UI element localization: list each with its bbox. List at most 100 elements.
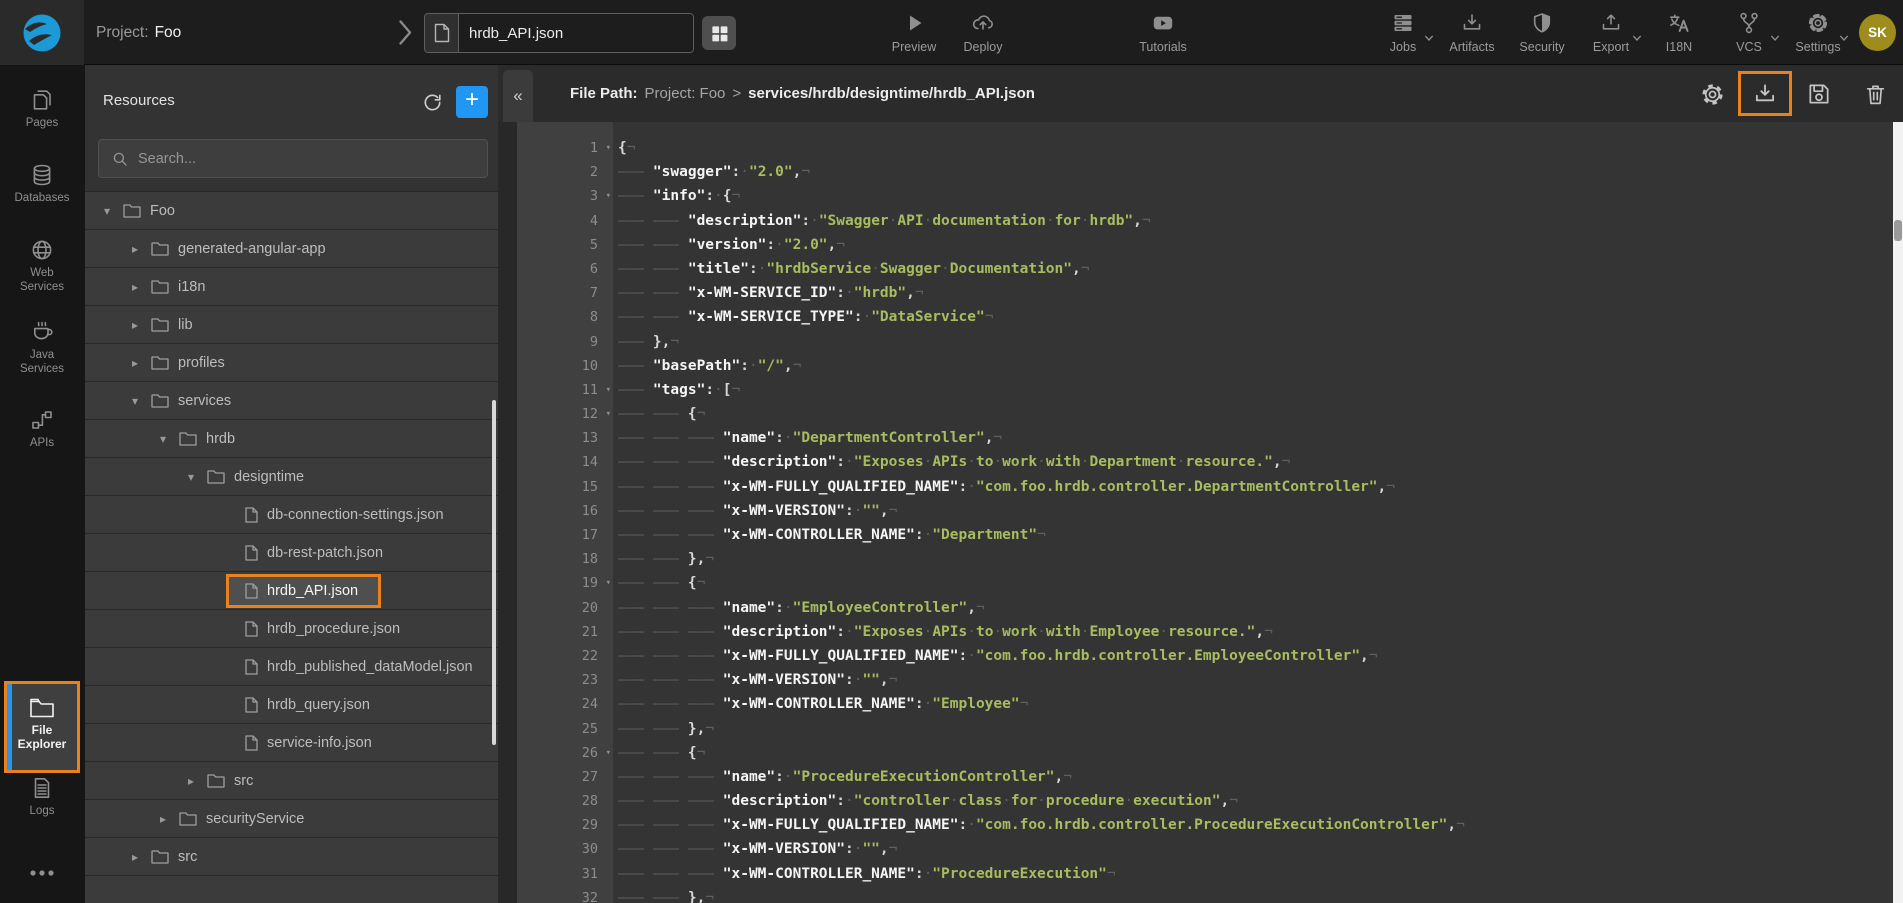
code-line[interactable]: 29——— ——— ——— "x-WM-FULLY_QUALIFIED_NAME… — [498, 813, 1893, 837]
search-icon — [111, 150, 129, 168]
sidebar-item-web-services[interactable]: Web Services — [0, 238, 84, 294]
panel-title: Resources — [103, 92, 175, 109]
code-line[interactable]: 17——— ——— ——— "x-WM-CONTROLLER_NAME":·"D… — [498, 523, 1893, 547]
code-editor[interactable]: 1▾{¬2——— "swagger":·"2.0",¬3▾——— "info":… — [498, 122, 1903, 903]
caret-right-icon[interactable]: ▸ — [156, 812, 170, 826]
search-input[interactable] — [138, 151, 458, 167]
tree-item-hrdb-procedure-json[interactable]: hrdb_procedure.json — [85, 610, 498, 648]
sidebar-item-databases[interactable]: Databases — [0, 163, 84, 205]
caret-down-icon[interactable]: ▾ — [100, 204, 114, 218]
code-line[interactable]: 16——— ——— ——— "x-WM-VERSION":·"",¬ — [498, 499, 1893, 523]
fold-caret-icon[interactable]: ▾ — [606, 184, 611, 208]
open-file-tab[interactable]: hrdb_API.json — [424, 13, 694, 53]
code-line[interactable]: 12▾——— ——— {¬ — [498, 402, 1893, 426]
fold-caret-icon[interactable]: ▾ — [606, 378, 611, 402]
tree-item-lib[interactable]: ▸lib — [85, 306, 498, 344]
editor-scrollbar-thumb[interactable] — [1894, 220, 1902, 241]
code-line[interactable]: 27——— ——— ——— "name":·"ProcedureExecutio… — [498, 765, 1893, 789]
delete-button[interactable] — [1860, 79, 1890, 109]
fold-caret-icon[interactable]: ▾ — [606, 571, 611, 595]
nav-item-deploy[interactable]: Deploy — [941, 9, 1025, 54]
refresh-button[interactable] — [419, 89, 445, 115]
tree-item-securityservice[interactable]: ▸securityService — [85, 800, 498, 838]
code-line[interactable]: 30——— ——— ——— "x-WM-VERSION":·"",¬ — [498, 837, 1893, 861]
sidebar-item-apis[interactable]: APIs — [0, 408, 84, 450]
sidebar-item-logs[interactable]: Logs — [0, 776, 84, 818]
caret-down-icon[interactable]: ▾ — [184, 470, 198, 484]
sidebar-item-file-explorer[interactable]: File Explorer — [4, 681, 80, 773]
caret-right-icon[interactable]: ▸ — [128, 242, 142, 256]
code-line[interactable]: 11▾——— "tags":·[¬ — [498, 378, 1893, 402]
tree-item-profiles[interactable]: ▸profiles — [85, 344, 498, 382]
code-line[interactable]: 2——— "swagger":·"2.0",¬ — [498, 160, 1893, 184]
code-line[interactable]: 8——— ——— "x-WM-SERVICE_TYPE":·"DataServi… — [498, 305, 1893, 329]
code-line[interactable]: 25——— ——— },¬ — [498, 717, 1893, 741]
collapse-panel-button[interactable]: « — [503, 70, 533, 122]
code-line[interactable]: 14——— ——— ——— "description":·"Exposes·AP… — [498, 450, 1893, 474]
code-line[interactable]: 26▾——— ——— {¬ — [498, 741, 1893, 765]
code-line[interactable]: 18——— ——— },¬ — [498, 547, 1893, 571]
nav-item-settings[interactable]: Settings — [1776, 9, 1860, 54]
editor-scrollbar-track[interactable] — [1893, 122, 1903, 903]
caret-down-icon[interactable]: ▾ — [156, 432, 170, 446]
user-avatar[interactable]: SK — [1859, 14, 1896, 51]
code-content[interactable]: 1▾{¬2——— "swagger":·"2.0",¬3▾——— "info":… — [498, 136, 1893, 903]
fold-caret-icon[interactable]: ▾ — [606, 402, 611, 426]
download-button-highlight[interactable] — [1738, 71, 1792, 116]
tree-item-hrdb-published-datamodel-json[interactable]: hrdb_published_dataModel.json — [85, 648, 498, 686]
code-line[interactable]: 21——— ——— ——— "description":·"Exposes·AP… — [498, 620, 1893, 644]
sidebar-item-more[interactable] — [0, 868, 84, 882]
code-line[interactable]: 4——— ——— "description":·"Swagger·API·doc… — [498, 209, 1893, 233]
tree-item-db-connection-settings-json[interactable]: db-connection-settings.json — [85, 496, 498, 534]
code-line[interactable]: 32——— ——— },¬ — [498, 886, 1893, 903]
fold-caret-icon[interactable]: ▾ — [606, 136, 611, 160]
code-line[interactable]: 24——— ——— ——— "x-WM-CONTROLLER_NAME":·"E… — [498, 692, 1893, 716]
code-line[interactable]: 7——— ——— "x-WM-SERVICE_ID":·"hrdb",¬ — [498, 281, 1893, 305]
code-line[interactable]: 6——— ——— "title":·"hrdbService·Swagger·D… — [498, 257, 1893, 281]
tree-item-hrdb-api-json[interactable]: hrdb_API.json — [85, 572, 498, 610]
code-line[interactable]: 5——— ——— "version":·"2.0",¬ — [498, 233, 1893, 257]
tree-scrollbar[interactable] — [492, 400, 496, 745]
file-switcher-grid-icon[interactable] — [702, 16, 736, 50]
code-line[interactable]: 10——— "basePath":·"/",¬ — [498, 354, 1893, 378]
add-resource-button[interactable]: + — [456, 86, 488, 118]
code-line[interactable]: 9——— },¬ — [498, 330, 1893, 354]
sidebar-item-pages[interactable]: Pages — [0, 88, 84, 130]
line-number: 25 — [498, 717, 613, 741]
tree-item-generated-angular-app[interactable]: ▸generated-angular-app — [85, 230, 498, 268]
code-line[interactable]: 31——— ——— ——— "x-WM-CONTROLLER_NAME":·"P… — [498, 862, 1893, 886]
sidebar-item-java-services[interactable]: Java Services — [0, 320, 84, 376]
tree-item-hrdb[interactable]: ▾hrdb — [85, 420, 498, 458]
tree-item-designtime[interactable]: ▾designtime — [85, 458, 498, 496]
tree-item-db-rest-patch-json[interactable]: db-rest-patch.json — [85, 534, 498, 572]
code-line[interactable]: 28——— ——— ——— "description":·"controller… — [498, 789, 1893, 813]
tree-item-src[interactable]: ▸src — [85, 762, 498, 800]
caret-right-icon[interactable]: ▸ — [128, 280, 142, 294]
code-line[interactable]: 3▾——— "info":·{¬ — [498, 184, 1893, 208]
code-line[interactable]: 19▾——— ——— {¬ — [498, 571, 1893, 595]
editor-settings-button[interactable] — [1697, 79, 1727, 109]
code-line[interactable]: 1▾{¬ — [498, 136, 1893, 160]
caret-right-icon[interactable]: ▸ — [184, 774, 198, 788]
caret-down-icon[interactable]: ▾ — [128, 394, 142, 408]
caret-right-icon[interactable]: ▸ — [128, 356, 142, 370]
tree-item-foo[interactable]: ▾Foo — [85, 192, 498, 230]
tree-item-services[interactable]: ▾services — [85, 382, 498, 420]
tree-item-hrdb-query-json[interactable]: hrdb_query.json — [85, 686, 498, 724]
code-line[interactable]: 22——— ——— ——— "x-WM-FULLY_QUALIFIED_NAME… — [498, 644, 1893, 668]
tree-item-src[interactable]: ▸src — [85, 838, 498, 876]
line-number: 28 — [498, 789, 613, 813]
caret-right-icon[interactable]: ▸ — [128, 850, 142, 864]
fold-caret-icon[interactable]: ▾ — [606, 741, 611, 765]
code-line[interactable]: 13——— ——— ——— "name":·"DepartmentControl… — [498, 426, 1893, 450]
nav-item-tutorials[interactable]: Tutorials — [1121, 9, 1205, 54]
caret-right-icon[interactable]: ▸ — [128, 318, 142, 332]
code-line[interactable]: 20——— ——— ——— "name":·"EmployeeControlle… — [498, 596, 1893, 620]
app-logo[interactable] — [0, 0, 84, 65]
save-button[interactable] — [1804, 79, 1834, 109]
resource-search[interactable] — [98, 139, 488, 178]
tree-item-service-info-json[interactable]: service-info.json — [85, 724, 498, 762]
tree-item-i18n[interactable]: ▸i18n — [85, 268, 498, 306]
code-line[interactable]: 23——— ——— ——— "x-WM-VERSION":·"",¬ — [498, 668, 1893, 692]
code-line[interactable]: 15——— ——— ——— "x-WM-FULLY_QUALIFIED_NAME… — [498, 475, 1893, 499]
